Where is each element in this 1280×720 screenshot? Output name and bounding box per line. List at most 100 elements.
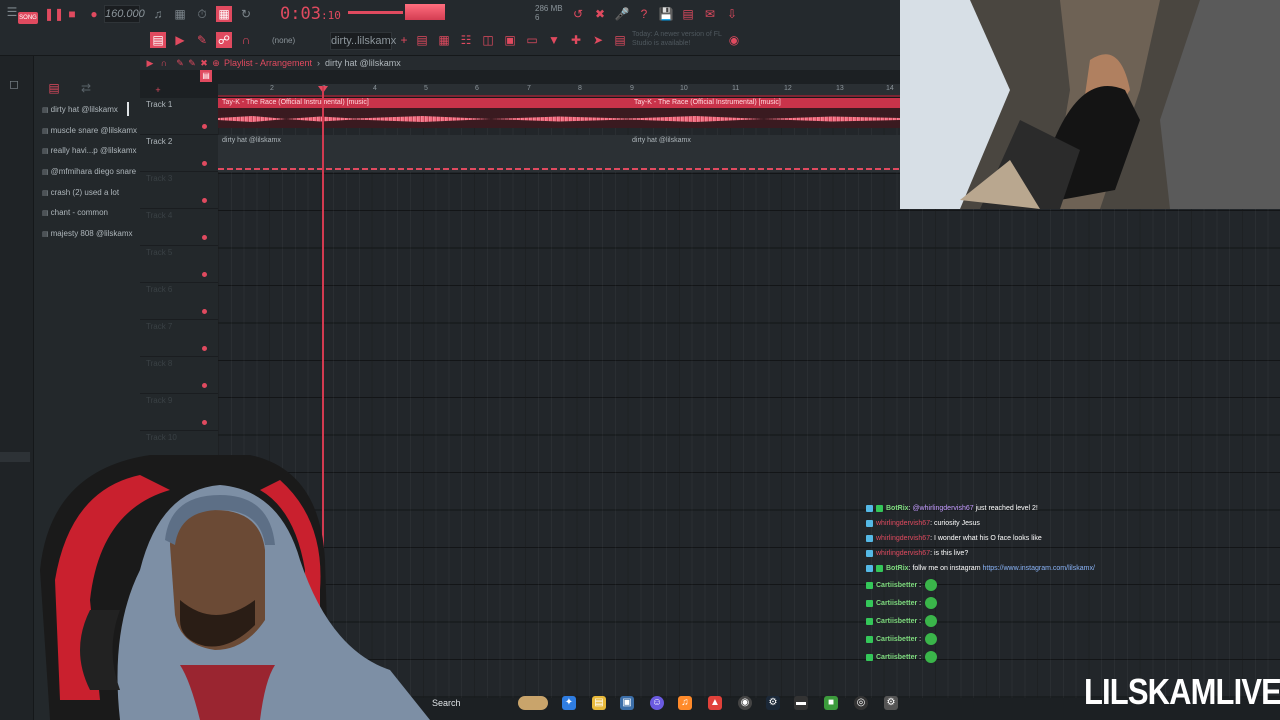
channel-item[interactable]: chant - common <box>42 207 108 219</box>
browser-folder-icon[interactable]: ◻ <box>6 76 22 92</box>
close-icon[interactable]: ✖ <box>592 6 608 22</box>
copilot-icon[interactable]: ✦ <box>562 696 576 710</box>
track-mute-indicator[interactable] <box>202 346 207 351</box>
4k-app-icon[interactable]: ◎ <box>854 696 868 710</box>
mixer-icon[interactable]: ▤ <box>680 6 696 22</box>
fl-studio-icon[interactable]: ♫ <box>678 696 692 710</box>
track-header[interactable]: Track 9 <box>140 394 218 431</box>
playlist-icon[interactable]: ▤ <box>414 32 430 48</box>
microphone-icon[interactable]: 🎤 <box>614 6 630 22</box>
brave-browser-icon[interactable]: ▲ <box>708 696 722 710</box>
save-icon[interactable]: 💾 <box>658 6 674 22</box>
master-pitch-slider[interactable] <box>348 11 403 14</box>
steam-icon[interactable]: ⚙ <box>766 696 780 710</box>
browser-scrollbar[interactable] <box>0 452 30 462</box>
master-volume-meter[interactable] <box>405 4 445 20</box>
store-icon[interactable]: ▣ <box>620 696 634 710</box>
track-header[interactable]: Track 7 <box>140 320 218 357</box>
chat-username[interactable]: whirlingdervish67 <box>876 550 930 557</box>
pencil-icon[interactable]: ✎ <box>194 32 210 48</box>
browser-icon[interactable]: ▭ <box>524 32 540 48</box>
channel-view-icon[interactable]: ▣ <box>502 32 518 48</box>
track-header[interactable]: Track 8 <box>140 357 218 394</box>
step-edit-icon[interactable]: ▦ <box>216 6 232 22</box>
minecraft-icon[interactable]: ■ <box>824 696 838 710</box>
piano-roll-icon[interactable]: ▦ <box>436 32 452 48</box>
channel-item[interactable]: crash (2) used a lot <box>42 187 119 199</box>
add-track-icon[interactable]: + <box>150 82 166 98</box>
chat-mention[interactable]: @whirlingdervish67 <box>912 505 973 512</box>
playlist-mode-icon[interactable]: ▤ <box>150 32 166 48</box>
track-header[interactable]: Track 6 <box>140 283 218 320</box>
chat-username[interactable]: Cartiisbetter <box>876 618 917 625</box>
magnet-icon[interactable]: ∩ <box>238 32 254 48</box>
track-header[interactable]: Track 4 <box>140 209 218 246</box>
chat-username[interactable]: BotRix <box>886 505 909 512</box>
channel-arrow-icon[interactable]: ⇄ <box>78 80 94 96</box>
track-mute-indicator[interactable] <box>202 161 207 166</box>
track-header[interactable]: Track 1 <box>140 98 218 135</box>
track-header[interactable]: Track 3 <box>140 172 218 209</box>
channel-item[interactable]: dirty hat @lilskamx <box>42 104 118 116</box>
chat-username[interactable]: whirlingdervish67 <box>876 535 930 542</box>
menu-icon[interactable]: ☰ <box>4 4 20 20</box>
channel-item[interactable]: muscle snare @lilskamx <box>42 125 137 137</box>
obs-icon[interactable]: ◉ <box>738 696 752 710</box>
song-mode-button[interactable]: SONG <box>18 12 38 24</box>
track-mute-indicator[interactable] <box>202 309 207 314</box>
chat-username[interactable]: Cartiisbetter <box>876 654 917 661</box>
tools-icon[interactable]: ✚ <box>568 32 584 48</box>
loop-region[interactable] <box>218 95 900 97</box>
audio-clip-track1[interactable]: Tay-K - The Race (Official Instrumental)… <box>218 98 900 128</box>
metronome-icon[interactable]: ♫ <box>150 6 166 22</box>
zoom-tool-icon[interactable]: ⊕ <box>208 55 224 71</box>
chat-username[interactable]: whirlingdervish67 <box>876 520 930 527</box>
chat-username[interactable]: BotRix <box>886 565 909 572</box>
taskbar-search[interactable]: Search <box>432 698 461 708</box>
countdown-icon[interactable]: ⏱ <box>194 6 210 22</box>
undo-icon[interactable]: ↺ <box>570 6 586 22</box>
update-notification[interactable]: Today: A newer version of FL Studio is a… <box>632 30 722 48</box>
stop-icon[interactable]: ■ <box>64 6 80 22</box>
app-icon[interactable]: ▬ <box>794 696 808 710</box>
discord-icon[interactable]: ☺ <box>650 696 664 710</box>
search-highlight-icon[interactable] <box>518 696 548 710</box>
settings-icon[interactable]: ⚙ <box>884 696 898 710</box>
track-mute-indicator[interactable] <box>202 272 207 277</box>
wait-icon[interactable]: ▦ <box>172 6 188 22</box>
channel-item[interactable]: @mfmihara diego snare <box>42 166 137 178</box>
chat-username[interactable]: Cartiisbetter <box>876 600 917 607</box>
file-explorer-icon[interactable]: ▤ <box>592 696 606 710</box>
chat-icon[interactable]: ✉ <box>702 6 718 22</box>
channel-item[interactable]: really havi...p @lilskamx <box>42 145 137 157</box>
bpm-display[interactable]: 160.000 <box>104 5 145 23</box>
record-icon[interactable]: ● <box>86 6 102 22</box>
loop-record-icon[interactable]: ↻ <box>238 6 254 22</box>
help-icon[interactable]: ? <box>636 6 652 22</box>
snap-selector[interactable]: (none) <box>272 36 295 45</box>
chat-username[interactable]: Cartiisbetter <box>876 636 917 643</box>
tempo-tapper-icon[interactable]: ▤ <box>612 32 628 48</box>
channel-list-menu-icon[interactable]: ▤ <box>46 80 62 96</box>
track-mute-indicator[interactable] <box>202 124 207 129</box>
pattern-selector[interactable]: dirty..lilskamx <box>330 32 396 50</box>
track-mute-indicator[interactable] <box>202 383 207 388</box>
track-mute-indicator[interactable] <box>202 235 207 240</box>
play-arrow-icon[interactable]: ▶ <box>172 32 188 48</box>
chat-username[interactable]: Cartiisbetter <box>876 582 917 589</box>
channel-rack-icon[interactable]: ☷ <box>458 32 474 48</box>
mixer-view-icon[interactable]: ◫ <box>480 32 496 48</box>
track-header[interactable]: Track 5 <box>140 246 218 283</box>
track-header[interactable]: Track 2 <box>140 135 218 172</box>
pause-icon[interactable]: ❚❚ <box>44 6 64 22</box>
link-icon[interactable]: ☍ <box>216 32 232 48</box>
channel-item[interactable]: majesty 808 @lilskamx <box>42 228 133 240</box>
plugin-picker-icon[interactable]: ▼ <box>546 32 562 48</box>
image-line-logo-icon[interactable]: ◉ <box>726 32 742 48</box>
pattern-picker-icon[interactable]: ▤ <box>200 70 212 82</box>
download-icon[interactable]: ⇩ <box>724 6 740 22</box>
snap-magnet-icon[interactable]: ∩ <box>156 55 172 71</box>
touch-keyboard-icon[interactable]: ➤ <box>590 32 606 48</box>
track-mute-indicator[interactable] <box>202 198 207 203</box>
add-pattern-icon[interactable]: + <box>396 32 412 48</box>
